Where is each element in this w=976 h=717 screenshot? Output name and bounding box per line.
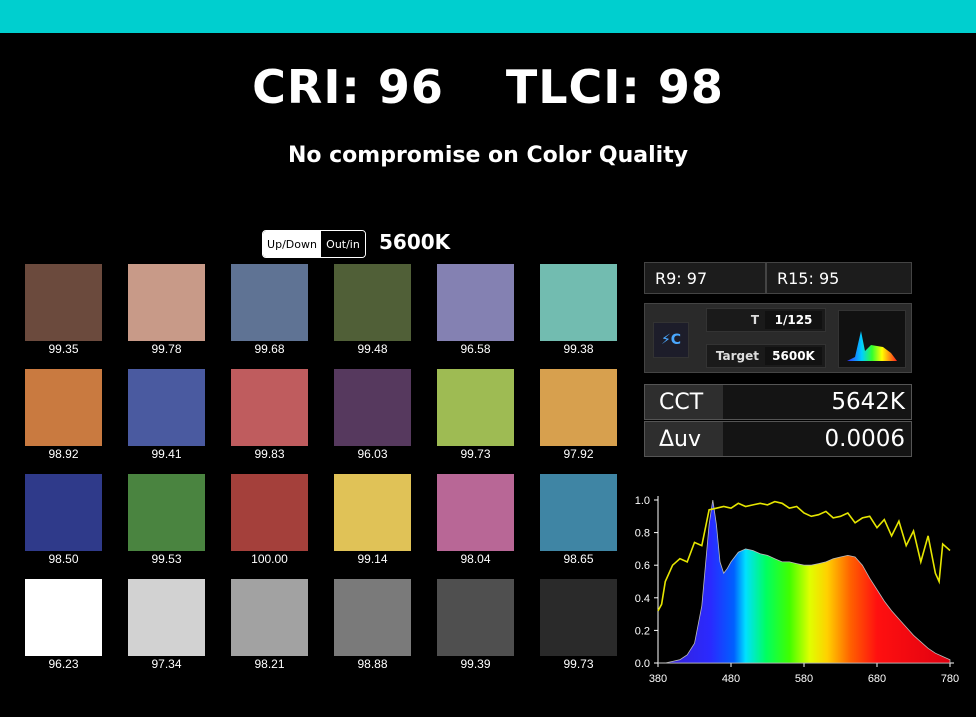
color-swatch — [437, 369, 514, 446]
tlci-score: TLCI: 98 — [505, 60, 724, 114]
swatch-value: 99.73 — [563, 657, 594, 671]
swatch-value: 98.21 — [254, 657, 285, 671]
x-tick-label: 580 — [795, 673, 813, 685]
target-value: 5600K — [765, 347, 822, 365]
swatch-value: 97.92 — [563, 447, 594, 461]
color-swatch — [25, 474, 102, 551]
color-swatch — [334, 264, 411, 341]
swatch-value: 99.14 — [357, 552, 388, 566]
color-swatch — [25, 264, 102, 341]
color-swatch — [437, 264, 514, 341]
swatch-value: 99.73 — [460, 447, 491, 461]
swatch-value: 100.00 — [251, 552, 288, 566]
color-temperature-label: 5600K — [379, 230, 451, 254]
color-swatch — [334, 369, 411, 446]
target-label: Target — [715, 349, 759, 363]
color-swatch — [540, 264, 617, 341]
chart-marks — [657, 499, 951, 664]
swatch-value: 96.58 — [460, 342, 491, 356]
swatch-value: 99.48 — [357, 342, 388, 356]
duv-value: 0.0006 — [723, 422, 911, 456]
color-swatch — [231, 369, 308, 446]
swatch-value: 96.03 — [357, 447, 388, 461]
swatch-value: 99.83 — [254, 447, 285, 461]
color-swatch — [334, 474, 411, 551]
swatch-value: 98.04 — [460, 552, 491, 566]
color-swatch — [128, 474, 205, 551]
target-row: Target 5600K — [706, 344, 826, 368]
swatch-value: 99.53 — [151, 552, 182, 566]
color-swatch — [128, 579, 205, 656]
cct-row: CCT 5642K — [644, 384, 912, 420]
duv-label: Δuv — [645, 422, 723, 456]
swatch-value: 99.78 — [151, 342, 182, 356]
swatch-value: 97.34 — [151, 657, 182, 671]
meter-panel: ⚡C T 1/125 Target 5600K — [644, 303, 912, 373]
x-tick-label: 480 — [722, 673, 740, 685]
shutter-row: T 1/125 — [706, 308, 826, 332]
color-swatch — [128, 264, 205, 341]
spectrum-chart: 0.0 0.2 0.4 0.6 0.8 1.0 380 480 580 680 780 — [635, 495, 959, 685]
color-swatch — [25, 369, 102, 446]
cct-label: CCT — [645, 385, 723, 419]
color-swatch — [540, 474, 617, 551]
swatch-value: 99.38 — [563, 342, 594, 356]
toggle-option-up-down[interactable]: Up/Down — [263, 231, 321, 257]
shutter-label: T — [750, 313, 759, 327]
swatch-value: 96.23 — [48, 657, 79, 671]
cct-value: 5642K — [723, 385, 911, 419]
color-swatch — [231, 579, 308, 656]
cri-score: CRI: 96 — [252, 60, 444, 114]
orientation-toggle[interactable]: Up/Down Out/in — [262, 230, 366, 258]
swatch-value: 98.92 — [48, 447, 79, 461]
swatch-value: 98.50 — [48, 552, 79, 566]
shutter-value: 1/125 — [765, 311, 822, 329]
color-swatch — [437, 579, 514, 656]
color-swatch — [231, 474, 308, 551]
swatch-value: 99.68 — [254, 342, 285, 356]
color-swatch — [231, 264, 308, 341]
subtitle: No compromise on Color Quality — [287, 143, 689, 168]
swatch-value: 98.88 — [357, 657, 388, 671]
x-tick-label: 780 — [941, 673, 959, 685]
y-tick-label: 0.8 — [635, 528, 650, 540]
swatch-value: 99.35 — [48, 342, 79, 356]
lightning-c-icon[interactable]: ⚡C — [653, 322, 689, 358]
r9-readout: R9: 97 — [644, 262, 766, 294]
y-tick-label: 0.0 — [635, 658, 650, 670]
color-swatch — [25, 579, 102, 656]
r15-readout: R15: 95 — [766, 262, 912, 294]
color-swatch — [128, 369, 205, 446]
top-accent-bar — [0, 0, 976, 33]
x-tick-label: 680 — [868, 673, 886, 685]
spectrum-thumbnail-icon[interactable] — [838, 310, 906, 368]
color-swatch — [334, 579, 411, 656]
x-tick-label: 380 — [649, 673, 667, 685]
toggle-option-out-in[interactable]: Out/in — [321, 231, 365, 257]
color-swatch — [437, 474, 514, 551]
color-swatch — [540, 369, 617, 446]
swatch-value: 98.65 — [563, 552, 594, 566]
swatch-value: 99.41 — [151, 447, 182, 461]
y-tick-label: 0.6 — [635, 560, 650, 572]
color-swatch — [540, 579, 617, 656]
spectrum-area — [658, 499, 951, 664]
y-tick-label: 1.0 — [635, 495, 650, 507]
y-tick-label: 0.2 — [635, 625, 650, 637]
headline: CRI: 96 TLCI: 98 — [0, 60, 976, 114]
duv-row: Δuv 0.0006 — [644, 421, 912, 457]
y-tick-label: 0.4 — [635, 593, 650, 605]
swatch-value: 99.39 — [460, 657, 491, 671]
